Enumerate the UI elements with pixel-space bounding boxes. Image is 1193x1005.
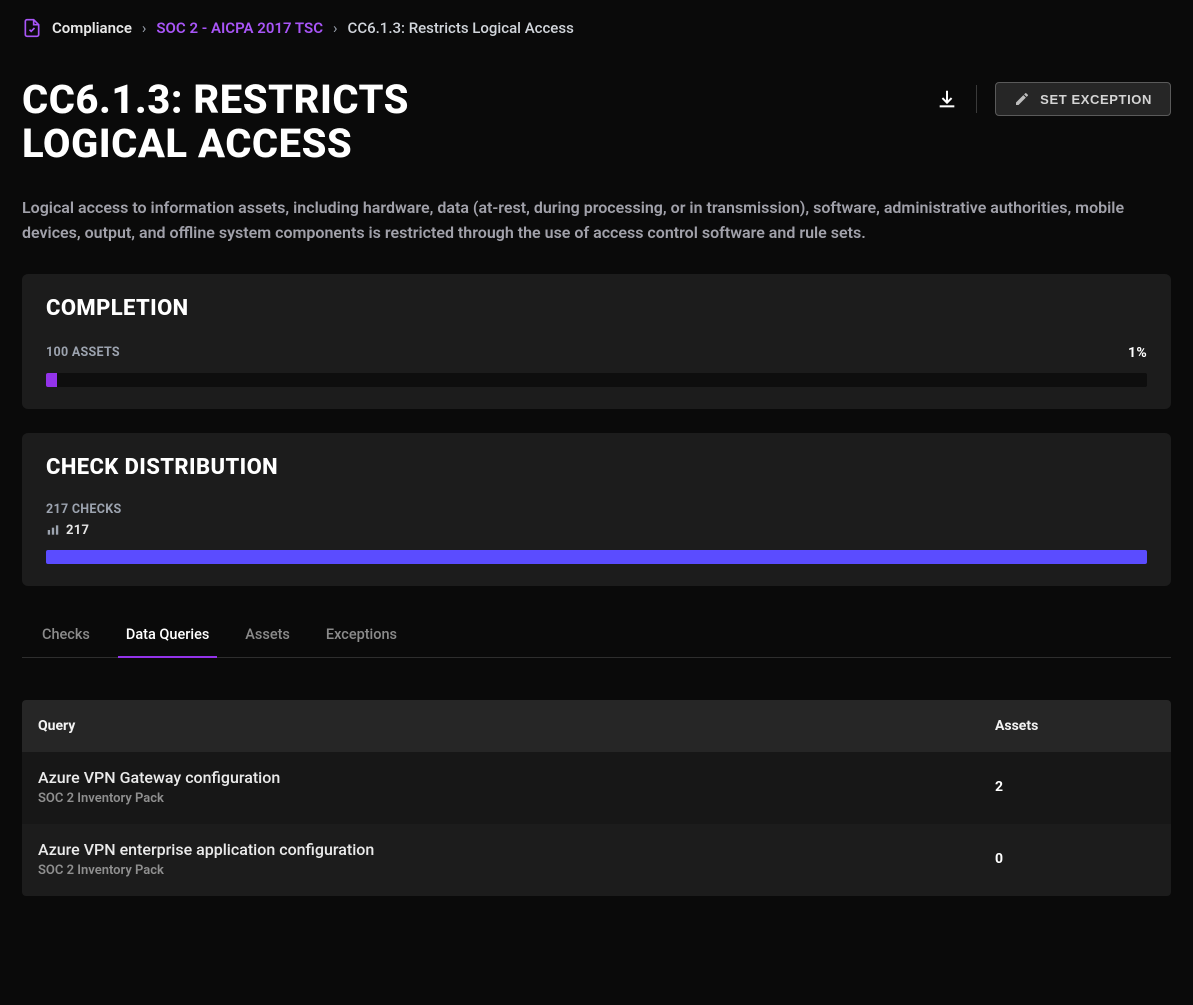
- table-row[interactable]: Azure VPN enterprise application configu…: [22, 824, 1171, 896]
- table-header: Query Assets: [22, 700, 1171, 752]
- completion-title: COMPLETION: [46, 296, 1147, 321]
- check-distribution-checks-label: 217 CHECKS: [46, 502, 121, 517]
- query-pack: SOC 2 Inventory Pack: [38, 791, 995, 806]
- chevron-right-icon: ›: [142, 19, 147, 37]
- table-header-assets: Assets: [995, 718, 1155, 734]
- page-title: CC6.1.3: RESTRICTS LOGICAL ACCESS: [22, 78, 582, 166]
- download-icon[interactable]: [936, 88, 958, 110]
- query-title: Azure VPN Gateway configuration: [38, 768, 995, 787]
- breadcrumb: Compliance › SOC 2 - AICPA 2017 TSC › CC…: [22, 14, 1171, 50]
- table-header-query: Query: [38, 718, 995, 734]
- breadcrumb-current: CC6.1.3: Restricts Logical Access: [348, 19, 574, 37]
- completion-progress-bar: [46, 373, 57, 387]
- tab-exceptions[interactable]: Exceptions: [326, 626, 397, 657]
- set-exception-button[interactable]: SET EXCEPTION: [995, 82, 1171, 116]
- pencil-icon: [1014, 91, 1030, 107]
- divider: [976, 85, 977, 113]
- check-distribution-legend-count: 217: [66, 523, 89, 538]
- completion-percent: 1%: [1128, 345, 1147, 361]
- completion-card: COMPLETION 100 ASSETS 1%: [22, 274, 1171, 409]
- tab-data-queries[interactable]: Data Queries: [126, 626, 209, 657]
- breadcrumb-root[interactable]: Compliance: [52, 19, 132, 37]
- control-description: Logical access to information assets, in…: [22, 196, 1171, 246]
- query-title: Azure VPN enterprise application configu…: [38, 840, 995, 859]
- query-pack: SOC 2 Inventory Pack: [38, 863, 995, 878]
- completion-progress: [46, 373, 1147, 387]
- chevron-right-icon: ›: [333, 19, 338, 37]
- check-distribution-progress-bar: [46, 550, 1147, 564]
- completion-assets-label: 100 ASSETS: [46, 345, 120, 360]
- query-assets-count: 0: [995, 851, 1155, 867]
- tab-checks[interactable]: Checks: [42, 626, 90, 657]
- query-assets-count: 2: [995, 779, 1155, 795]
- bar-chart-icon: [46, 523, 60, 537]
- set-exception-label: SET EXCEPTION: [1040, 92, 1152, 107]
- check-distribution-progress: [46, 550, 1147, 564]
- tab-assets[interactable]: Assets: [245, 626, 290, 657]
- breadcrumb-framework[interactable]: SOC 2 - AICPA 2017 TSC: [156, 19, 323, 37]
- check-distribution-card: CHECK DISTRIBUTION 217 CHECKS 217: [22, 433, 1171, 586]
- compliance-doc-icon: [22, 18, 42, 38]
- tabs: Checks Data Queries Assets Exceptions: [22, 626, 1171, 657]
- queries-table: Query Assets Azure VPN Gateway configura…: [22, 700, 1171, 896]
- check-distribution-title: CHECK DISTRIBUTION: [46, 455, 1147, 480]
- table-row[interactable]: Azure VPN Gateway configuration SOC 2 Inv…: [22, 752, 1171, 824]
